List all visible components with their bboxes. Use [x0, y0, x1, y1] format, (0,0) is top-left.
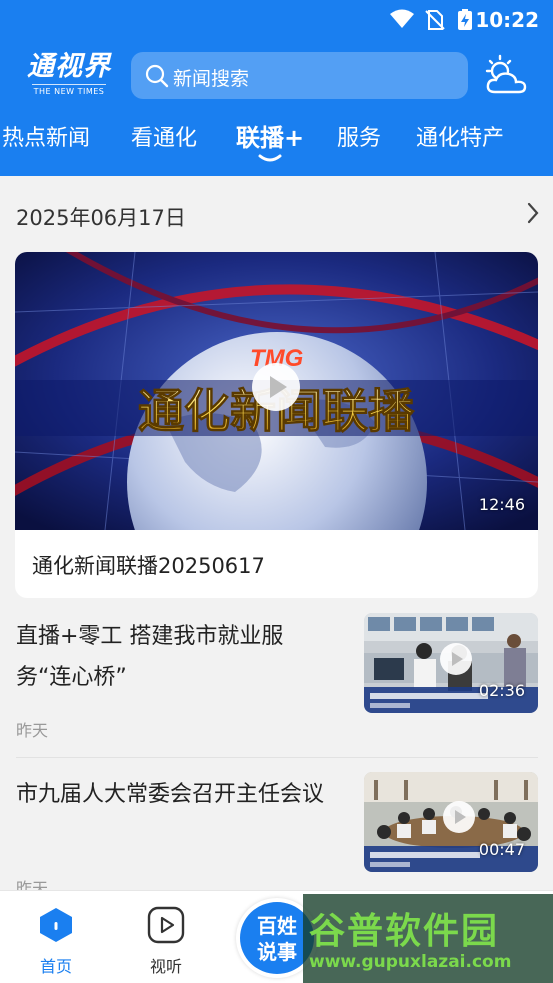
status-bar: 10:22 [0, 0, 553, 38]
news-thumbnail[interactable]: 02:36 [364, 613, 538, 713]
tab-see-tonghua[interactable]: 看通化 [131, 120, 197, 152]
play-icon[interactable] [251, 362, 301, 412]
wifi-icon [390, 9, 414, 28]
nav-home[interactable]: 首页 [16, 891, 96, 983]
app-logo[interactable]: 通视界 THE NEW TIMES [26, 50, 112, 102]
video-play-icon [147, 906, 185, 944]
watermark-url: www.gupuxlazai.com [309, 952, 512, 972]
tab-broadcast-plus[interactable]: 联播+ [236, 118, 304, 153]
home-icon [40, 908, 72, 942]
list-item[interactable]: 市九届人大常委会召开主任会议 昨天 00:47 [0, 758, 553, 890]
channel-tabs: 热点新闻 看通化 联播+ 服务 通化特产 [0, 114, 553, 174]
tab-hot-news[interactable]: 热点新闻 [2, 120, 90, 152]
site-watermark: 谷普软件园 www.gupuxlazai.com [303, 894, 553, 983]
nav-video-label: 视听 [149, 957, 182, 976]
play-icon[interactable] [439, 642, 473, 676]
video-duration: 00:47 [478, 840, 525, 859]
watermark-text: 谷普软件园 [309, 911, 500, 952]
search-input[interactable]: 新闻搜索 [131, 52, 468, 99]
active-tab-indicator [258, 154, 282, 162]
date-label: 2025年06月17日 [16, 206, 186, 230]
weather-icon[interactable] [483, 54, 529, 98]
news-title[interactable]: 市九届人大常委会召开主任会议 [16, 774, 336, 815]
no-sim-icon [425, 10, 445, 30]
search-placeholder: 新闻搜索 [173, 68, 250, 90]
battery-charging-icon [458, 9, 472, 30]
video-thumbnail[interactable]: TMG 通化新闻联播 12:46 [15, 252, 538, 530]
app-header: 10:22 通视界 THE NEW TIMES 新闻搜索 热点新闻 看通化 联播… [0, 0, 553, 176]
logo-text: 通视界 [27, 51, 111, 82]
logo-subtext: THE NEW TIMES [32, 84, 106, 96]
news-title[interactable]: 直播+零工 搭建我市就业服务“连心桥” [16, 616, 336, 698]
play-icon[interactable] [442, 800, 476, 834]
tab-tonghua-specialties[interactable]: 通化特产 [416, 120, 504, 152]
status-time: 10:22 [475, 8, 539, 32]
news-time: 昨天 [16, 879, 49, 890]
date-header[interactable]: 2025年06月17日 [0, 176, 553, 252]
chevron-right-icon [527, 202, 539, 224]
tab-services[interactable]: 服务 [337, 120, 381, 152]
video-title[interactable]: 通化新闻联播20250617 [32, 550, 265, 580]
featured-video-card[interactable]: TMG 通化新闻联播 12:46 通化新闻联播20250617 [15, 252, 538, 598]
search-icon [145, 64, 169, 88]
nav-video[interactable]: 视听 [126, 891, 206, 983]
nav-home-label: 首页 [39, 957, 72, 976]
list-item[interactable]: 直播+零工 搭建我市就业服务“连心桥” 昨天 02:36 [0, 598, 553, 756]
video-duration: 12:46 [478, 495, 525, 514]
video-duration: 02:36 [478, 681, 525, 700]
news-thumbnail[interactable]: 00:47 [364, 772, 538, 872]
news-time: 昨天 [16, 721, 49, 740]
